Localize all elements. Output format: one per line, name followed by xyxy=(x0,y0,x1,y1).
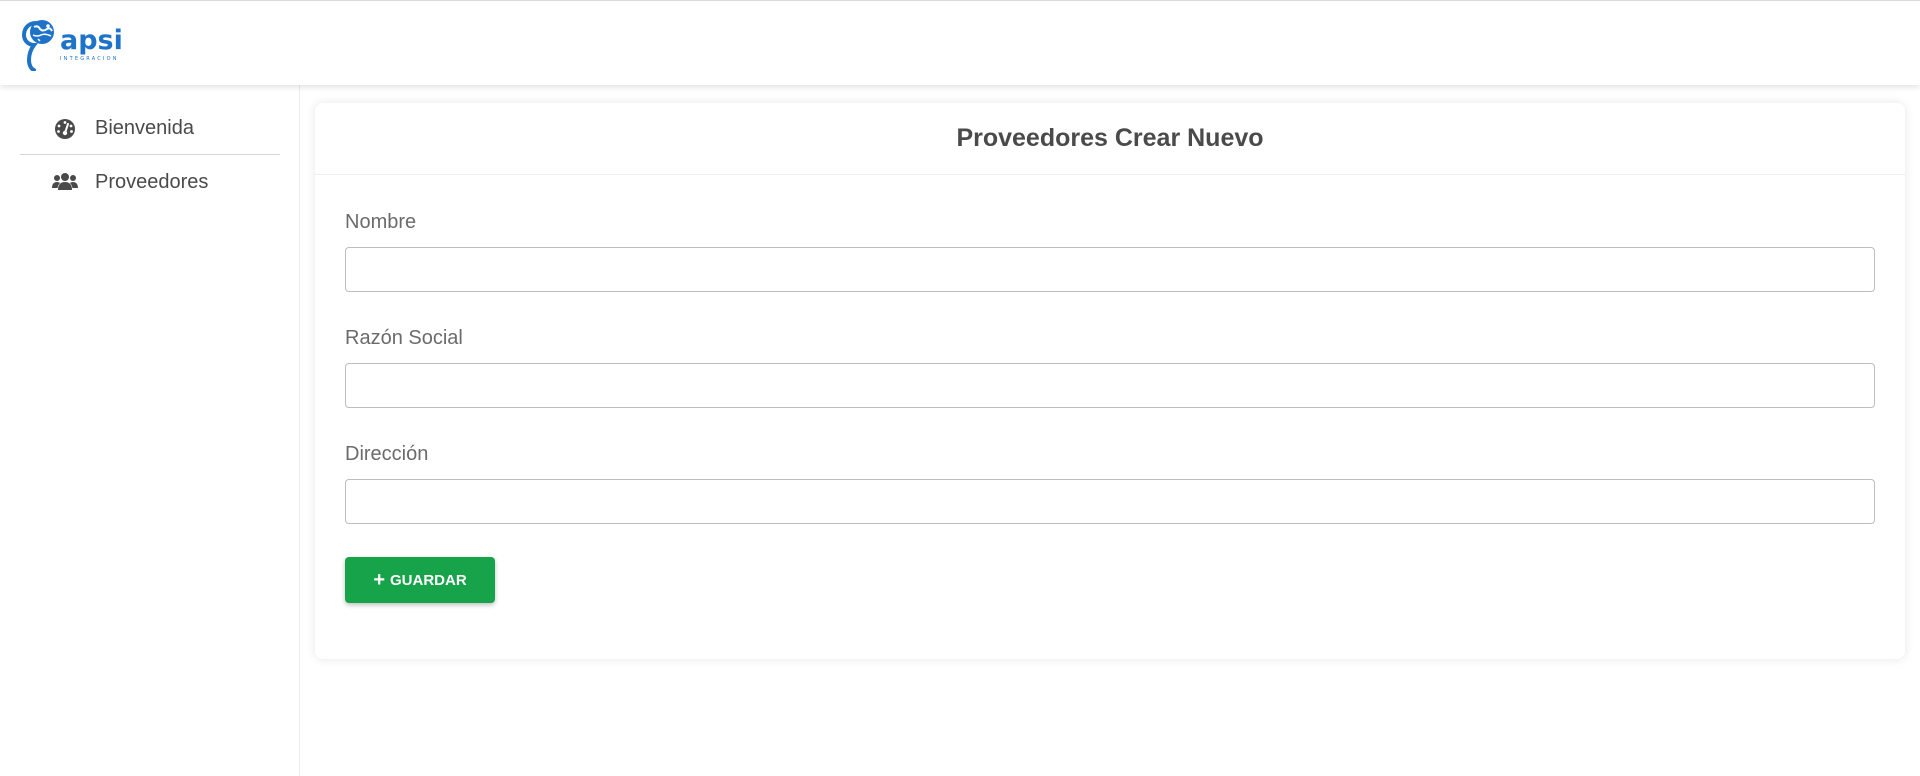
sidebar-item-label: Bienvenida xyxy=(95,117,194,139)
nombre-label: Nombre xyxy=(345,211,417,233)
sidebar-item-bienvenida[interactable]: Bienvenida xyxy=(20,103,280,155)
plus-icon: + xyxy=(373,569,385,591)
main-content: Proveedores Crear Nuevo Nombre Razón Soc… xyxy=(300,85,1920,776)
save-button-label: GUARDAR xyxy=(390,571,467,589)
page-title: Proveedores Crear Nuevo xyxy=(956,124,1264,152)
sidebar-item-proveedores[interactable]: Proveedores xyxy=(20,156,280,208)
nombre-input[interactable] xyxy=(345,247,1875,292)
top-bar: apsi INTEGRACION xyxy=(0,0,1920,85)
direccion-label: Dirección xyxy=(345,443,429,465)
logo-text: apsi xyxy=(60,25,123,56)
logo-subtext: INTEGRACION xyxy=(60,56,119,62)
sidebar-item-label: Proveedores xyxy=(95,170,209,193)
logo-globe-icon xyxy=(22,20,54,71)
razon-social-input[interactable] xyxy=(345,363,1875,408)
apsi-logo[interactable]: apsi INTEGRACION xyxy=(22,17,132,73)
razon-social-label: Razón Social xyxy=(345,327,463,349)
card-header: Proveedores Crear Nuevo xyxy=(315,103,1905,175)
users-icon xyxy=(50,172,80,192)
form-card: Proveedores Crear Nuevo Nombre Razón Soc… xyxy=(315,103,1905,659)
dashboard-gauge-icon xyxy=(50,118,80,140)
save-button[interactable]: + GUARDAR xyxy=(345,557,495,603)
sidebar: Bienvenida Proveedores xyxy=(0,85,300,776)
direccion-input[interactable] xyxy=(345,479,1875,524)
